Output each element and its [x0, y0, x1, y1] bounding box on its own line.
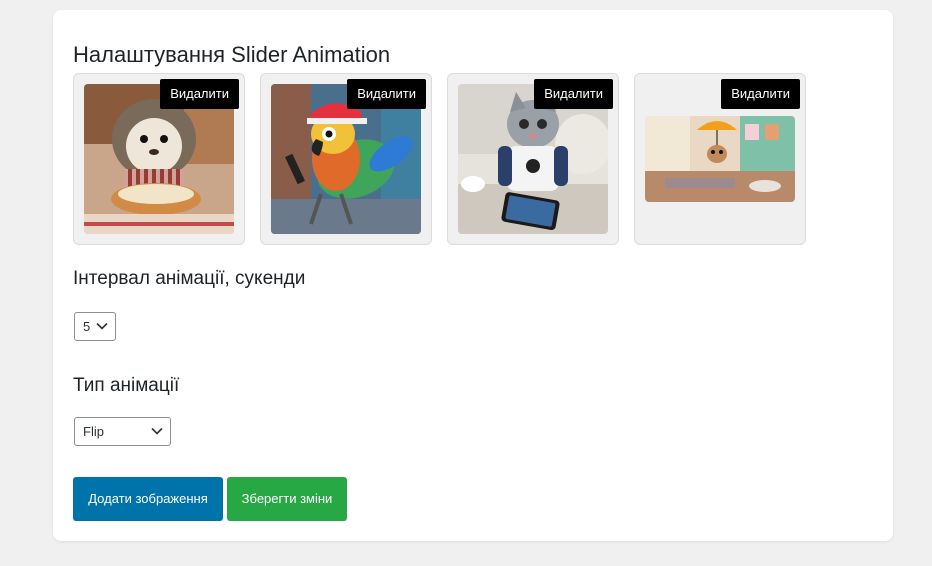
page-title: Налаштування Slider Animation: [73, 42, 391, 67]
delete-image-button[interactable]: Видалити: [721, 79, 800, 109]
delete-image-button[interactable]: Видалити: [534, 79, 613, 109]
delete-image-button[interactable]: Видалити: [160, 79, 239, 109]
hamster-parachute-image: [645, 116, 795, 202]
image-item: Видалити: [634, 73, 806, 245]
animation-type-select[interactable]: Flip: [74, 417, 171, 446]
save-changes-button[interactable]: Зберегти зміни: [227, 477, 347, 521]
add-image-button[interactable]: Додати зображення: [73, 477, 223, 521]
image-item: Видалити: [447, 73, 619, 245]
settings-panel: Налаштування Slider Animation Видалити В…: [53, 10, 893, 541]
animation-type-label: Тип анімації: [73, 375, 180, 396]
delete-image-button[interactable]: Видалити: [347, 79, 426, 109]
animation-type-select-value: Flip: [83, 424, 104, 439]
interval-label: Інтервал анімації, сукенди: [73, 268, 306, 289]
image-item: Видалити: [73, 73, 245, 245]
interval-select[interactable]: 5: [74, 312, 116, 341]
chevron-down-icon: [151, 427, 163, 435]
interval-select-value: 5: [83, 319, 91, 334]
image-list: Видалити Видалити Видалити Видалити: [73, 73, 806, 245]
image-item: Видалити: [260, 73, 432, 245]
chevron-down-icon: [96, 322, 108, 330]
